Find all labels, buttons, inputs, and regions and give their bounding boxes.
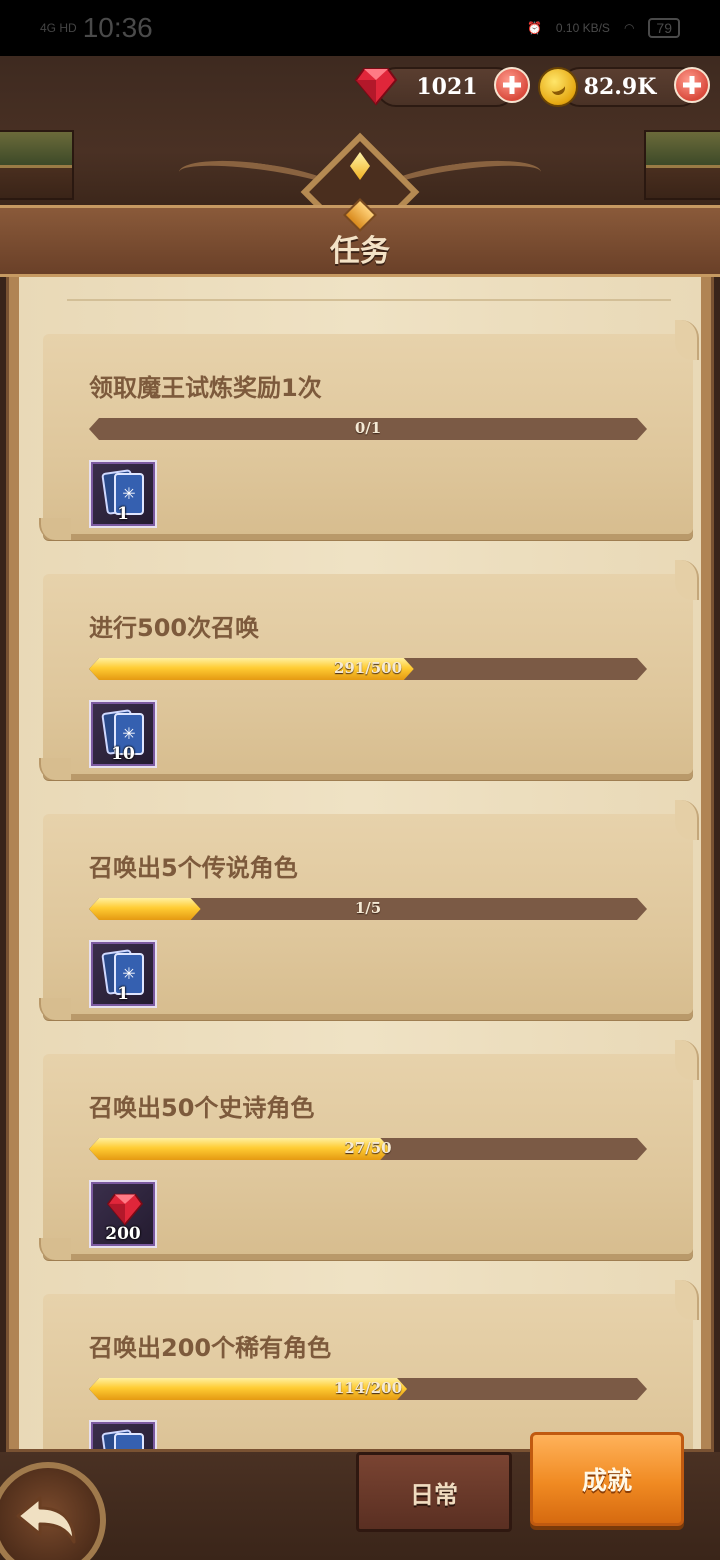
task-card: 召唤出5个传说角色 1/5 ✳ 1 <box>39 800 699 1020</box>
svg-text:✳: ✳ <box>122 964 135 983</box>
task-progress-bar: 0/1 <box>89 418 647 440</box>
back-arrow-icon <box>16 1496 76 1544</box>
task-name: 进行500次召唤 <box>89 614 260 642</box>
wifi-icon: ◠ <box>623 21 635 35</box>
status-bar: 4G HD 10:36 ⏰ 0.10 KB/S ◠ 79 <box>0 0 720 56</box>
network-indicator: 4G HD <box>40 21 77 35</box>
task-reward-item[interactable] <box>89 1420 157 1449</box>
reward-quantity: 1 <box>117 984 129 1004</box>
add-gems-button[interactable] <box>494 67 530 103</box>
task-progress-text: 291/500 <box>333 659 403 677</box>
task-card: 召唤出200个稀有角色 114/200 <box>43 1280 699 1449</box>
task-card: 召唤出50个史诗角色 27/50 200 <box>39 1040 699 1260</box>
task-progress-text: 114/200 <box>333 1379 403 1397</box>
reward-quantity: 1 <box>117 504 129 524</box>
page-title: 任务 <box>330 234 390 269</box>
task-name: 召唤出5个传说角色 <box>89 854 298 882</box>
task-reward-item[interactable]: ✳ 10 <box>89 700 157 768</box>
add-gold-button[interactable] <box>674 67 710 103</box>
clock: 10:36 <box>82 12 153 43</box>
tab-achievement[interactable]: 成就 <box>530 1432 684 1526</box>
task-name: 领取魔王试炼奖励1次 <box>89 374 322 402</box>
task-reward-item[interactable]: ✳ 1 <box>89 460 157 528</box>
task-name: 召唤出50个史诗角色 <box>89 1094 315 1122</box>
svg-text:✳: ✳ <box>122 484 135 503</box>
reward-quantity: 10 <box>111 744 135 764</box>
task-reward-item[interactable]: ✳ 1 <box>89 940 157 1008</box>
gold-count: 82.9K <box>583 74 657 100</box>
task-panel[interactable]: 领取魔王试炼奖励1次 0/1 ✳ 1 进行500次召唤 291/500 ✳ 10… <box>6 277 714 1452</box>
svg-text:✳: ✳ <box>122 724 135 743</box>
battery-indicator: 79 <box>648 18 680 38</box>
summon-card-icon <box>101 1429 144 1449</box>
right-pillar-decoration <box>644 130 720 200</box>
gem-count: 1021 <box>416 74 478 100</box>
task-progress-bar: 1/5 <box>89 898 647 920</box>
task-progress-bar: 291/500 <box>89 658 647 680</box>
task-progress-bar: 27/50 <box>89 1138 647 1160</box>
task-progress-text: 1/5 <box>354 899 382 917</box>
speed-indicator: 0.10 KB/S <box>555 21 610 35</box>
gold-coin-icon <box>538 67 578 107</box>
ruby-icon <box>106 1193 144 1226</box>
task-progress-bar: 114/200 <box>89 1378 647 1400</box>
task-card: 领取魔王试炼奖励1次 0/1 ✳ 1 <box>39 320 699 540</box>
alarm-icon: ⏰ <box>526 21 542 35</box>
status-right: ⏰ 0.10 KB/S ◠ 79 <box>527 18 680 38</box>
task-name: 召唤出200个稀有角色 <box>89 1334 332 1362</box>
tab-daily[interactable]: 日常 <box>356 1452 512 1532</box>
task-progress-text: 0/1 <box>354 419 382 437</box>
task-list[interactable]: 领取魔王试炼奖励1次 0/1 ✳ 1 进行500次召唤 291/500 ✳ 10… <box>9 277 711 1449</box>
ruby-icon <box>354 68 398 106</box>
task-progress-text: 27/50 <box>344 1139 392 1157</box>
task-card: 进行500次召唤 291/500 ✳ 10 <box>39 560 699 780</box>
left-pillar-decoration <box>0 130 74 200</box>
reward-quantity: 200 <box>105 1224 141 1244</box>
task-reward-item[interactable]: 200 <box>89 1180 157 1248</box>
